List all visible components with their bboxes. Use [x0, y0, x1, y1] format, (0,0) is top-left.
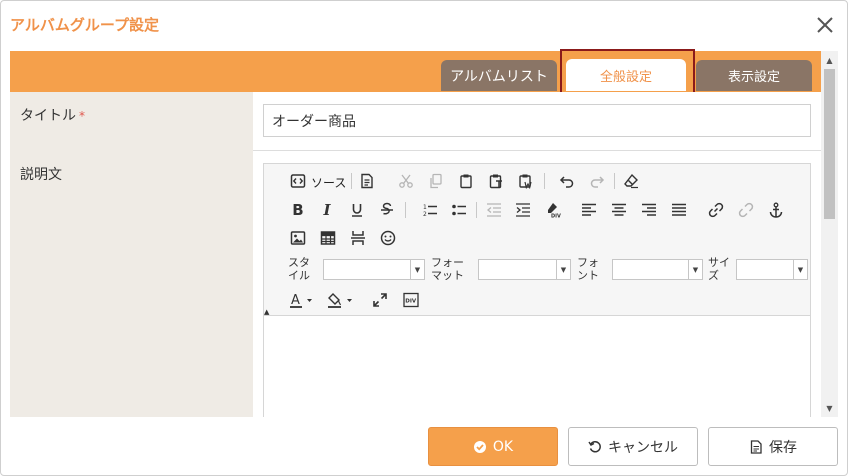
numbered-list-icon[interactable]: 12 [419, 199, 441, 221]
document-icon [750, 439, 762, 454]
create-div-icon[interactable]: DIV [542, 199, 564, 221]
paste-text-icon[interactable] [485, 170, 507, 192]
svg-text:2: 2 [423, 211, 427, 218]
tab-album-list[interactable]: アルバムリスト [441, 60, 557, 91]
source-code-icon[interactable] [287, 170, 309, 192]
cut-icon[interactable] [395, 170, 417, 192]
strikethrough-icon[interactable] [376, 199, 398, 221]
cancel-button[interactable]: キャンセル [568, 427, 698, 466]
undo-icon[interactable] [556, 170, 578, 192]
cancel-label: キャンセル [608, 439, 678, 456]
chevron-down-icon: ▼ [793, 260, 807, 279]
style-select[interactable]: ▼ [323, 259, 425, 280]
outdent-icon[interactable] [483, 199, 505, 221]
check-circle-icon [473, 440, 486, 453]
title-label: タイトル * [20, 105, 85, 125]
title-input[interactable] [263, 104, 811, 137]
new-page-icon[interactable] [356, 170, 378, 192]
align-left-icon[interactable] [578, 199, 600, 221]
bullet-list-icon[interactable] [448, 199, 470, 221]
scrollbar[interactable]: ▲ ▼ [821, 51, 838, 417]
title-label-text: タイトル [20, 108, 76, 124]
label-column [10, 92, 253, 417]
rich-text-editor: ソース B I 1 2 DIV スタイル ▼ フォーマット ▼ フォント ▼ サ… [263, 163, 811, 417]
text-color-icon[interactable]: A [288, 289, 322, 311]
chevron-down-icon: ▼ [410, 260, 424, 279]
format-select[interactable]: ▼ [478, 259, 571, 280]
copy-icon[interactable] [425, 170, 447, 192]
align-right-icon[interactable] [638, 199, 660, 221]
size-label: サイズ [708, 256, 730, 282]
underline-icon[interactable] [346, 199, 368, 221]
link-icon[interactable] [705, 199, 727, 221]
toolbar-separator [544, 173, 545, 189]
toolbar-separator [476, 202, 477, 218]
paste-icon[interactable] [455, 170, 477, 192]
dialog-title: アルバムグループ設定 [10, 16, 159, 34]
image-icon[interactable] [287, 227, 309, 249]
paste-word-icon[interactable] [515, 170, 537, 192]
tab-bar: アルバムリスト 全般設定 表示設定 [10, 51, 821, 92]
align-justify-icon[interactable] [668, 199, 690, 221]
scroll-thumb[interactable] [824, 69, 835, 219]
form-content: タイトル* 説明文 ソース [10, 92, 821, 417]
source-label[interactable]: ソース [311, 174, 346, 191]
background-color-icon[interactable] [326, 289, 360, 311]
undo-arrow-icon [588, 440, 601, 452]
emoji-icon[interactable] [377, 227, 399, 249]
table-icon[interactable] [317, 227, 339, 249]
required-mark: * [79, 109, 85, 123]
bold-icon[interactable]: B [287, 199, 309, 221]
remove-format-icon[interactable] [620, 170, 642, 192]
row-divider [253, 150, 821, 151]
indent-icon[interactable] [512, 199, 534, 221]
editor-content-area[interactable] [264, 317, 810, 417]
svg-text:DIV: DIV [405, 299, 417, 305]
tab-display-settings[interactable]: 表示設定 [696, 60, 812, 91]
save-button[interactable]: 保存 [708, 427, 838, 466]
maximize-icon[interactable] [369, 289, 391, 311]
scroll-down-icon[interactable]: ▼ [821, 401, 838, 415]
svg-text:A: A [291, 293, 300, 308]
scroll-up-icon[interactable]: ▲ [821, 53, 838, 67]
svg-text:DIV: DIV [551, 214, 561, 219]
anchor-icon[interactable] [765, 199, 787, 221]
dialog: アルバムグループ設定 アルバムリスト 全般設定 表示設定 タイトル* 説明文 ソ… [0, 0, 848, 476]
ok-button[interactable]: OK [428, 427, 558, 466]
toolbar-separator [405, 202, 406, 218]
tab-highlight-box [560, 49, 695, 97]
unlink-icon[interactable] [735, 199, 757, 221]
editor-toolbar: ソース B I 1 2 DIV スタイル ▼ フォーマット ▼ フォント ▼ サ… [264, 164, 810, 316]
svg-text:1: 1 [423, 204, 427, 211]
font-select[interactable]: ▼ [612, 259, 703, 280]
chevron-down-icon: ▼ [688, 260, 702, 279]
show-blocks-icon[interactable]: DIV [400, 289, 422, 311]
toolbar-separator [351, 173, 352, 189]
save-label: 保存 [769, 439, 797, 456]
description-label: 説明文 [20, 167, 62, 183]
redo-icon[interactable] [586, 170, 608, 192]
align-center-icon[interactable] [608, 199, 630, 221]
chevron-down-icon: ▼ [556, 260, 570, 279]
font-label: フォント [577, 256, 599, 282]
format-label: フォーマット [431, 256, 464, 282]
page-break-icon[interactable] [347, 227, 369, 249]
ok-label: OK [492, 438, 514, 455]
close-icon[interactable] [815, 15, 835, 35]
style-label: スタイル [288, 256, 310, 282]
size-select[interactable]: ▼ [736, 259, 808, 280]
toolbar-separator [614, 173, 615, 189]
italic-icon[interactable]: I [316, 199, 338, 221]
collapse-toolbar-icon[interactable]: ▲ [264, 308, 274, 316]
